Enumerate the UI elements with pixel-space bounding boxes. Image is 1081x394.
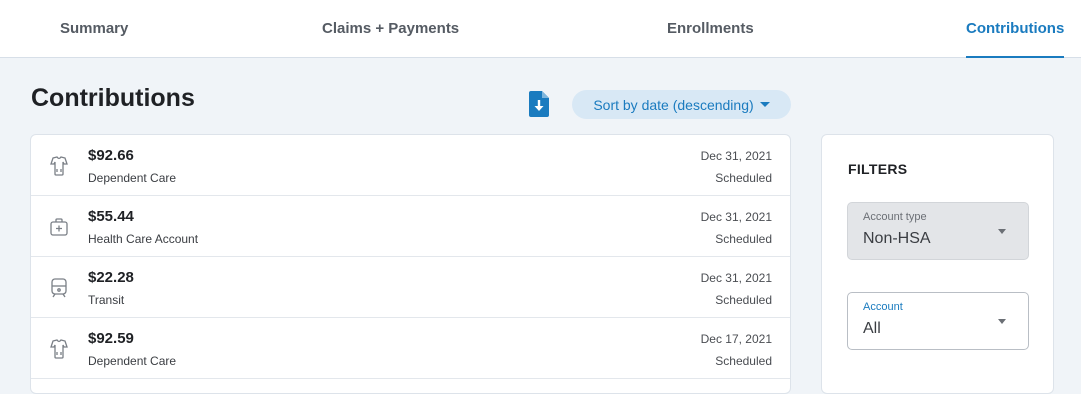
- tab-contributions[interactable]: Contributions: [966, 0, 1065, 58]
- contribution-date: Dec 31, 2021: [700, 210, 772, 224]
- tab-claims-payments[interactable]: Claims + Payments: [322, 0, 459, 57]
- contribution-date: Dec 31, 2021: [700, 271, 772, 285]
- contribution-row[interactable]: $92.66 Dependent Care Dec 31, 2021 Sched…: [31, 135, 790, 196]
- account-select[interactable]: Account All: [847, 292, 1029, 350]
- contribution-amount: $92.59: [88, 330, 134, 347]
- contribution-status: Scheduled: [715, 232, 772, 246]
- caret-down-icon: [998, 319, 1006, 324]
- account-type-select[interactable]: Account type Non-HSA: [847, 202, 1029, 260]
- contribution-account: Transit: [88, 293, 125, 307]
- contribution-amount: $55.44: [88, 208, 134, 225]
- contribution-amount: $92.66: [88, 147, 134, 164]
- contributions-list: $92.66 Dependent Care Dec 31, 2021 Sched…: [30, 134, 791, 394]
- contribution-date: Dec 17, 2021: [700, 332, 772, 346]
- dependent-care-icon: [49, 155, 69, 177]
- contribution-status: Scheduled: [715, 354, 772, 368]
- filters-panel: FILTERS Account type Non-HSA Account All: [821, 134, 1054, 394]
- account-type-label: Account type: [863, 211, 927, 223]
- tab-bar: Summary Claims + Payments Enrollments Co…: [0, 0, 1081, 58]
- contribution-row[interactable]: $22.28 Transit Dec 31, 2021 Scheduled: [31, 257, 790, 318]
- tab-summary[interactable]: Summary: [60, 0, 128, 57]
- contribution-account: Dependent Care: [88, 171, 177, 185]
- dependent-care-icon: [49, 338, 69, 360]
- download-document-icon[interactable]: [529, 91, 549, 117]
- caret-down-icon: [759, 102, 770, 107]
- contribution-date: Dec 31, 2021: [700, 149, 772, 163]
- page-title: Contributions: [31, 84, 195, 112]
- contribution-status: Scheduled: [715, 171, 772, 185]
- sort-label: Sort by date (descending): [593, 96, 754, 113]
- account-label: Account: [863, 301, 903, 313]
- contribution-amount: $22.28: [88, 269, 134, 286]
- tab-enrollments[interactable]: Enrollments: [667, 0, 754, 57]
- account-type-value: Non-HSA: [863, 230, 931, 247]
- health-care-icon: [49, 216, 69, 238]
- account-value: All: [863, 320, 881, 337]
- caret-down-icon: [998, 229, 1006, 234]
- transit-icon: [49, 277, 69, 299]
- contribution-row[interactable]: $55.44 Health Care Account Dec 31, 2021 …: [31, 196, 790, 257]
- contribution-status: Scheduled: [715, 293, 772, 307]
- contribution-account: Health Care Account: [88, 232, 199, 246]
- contribution-row[interactable]: $92.59 Dependent Care Dec 17, 2021 Sched…: [31, 318, 790, 379]
- filters-title: FILTERS: [848, 161, 908, 177]
- sort-dropdown-button[interactable]: Sort by date (descending): [572, 90, 791, 119]
- contribution-account: Dependent Care: [88, 354, 177, 368]
